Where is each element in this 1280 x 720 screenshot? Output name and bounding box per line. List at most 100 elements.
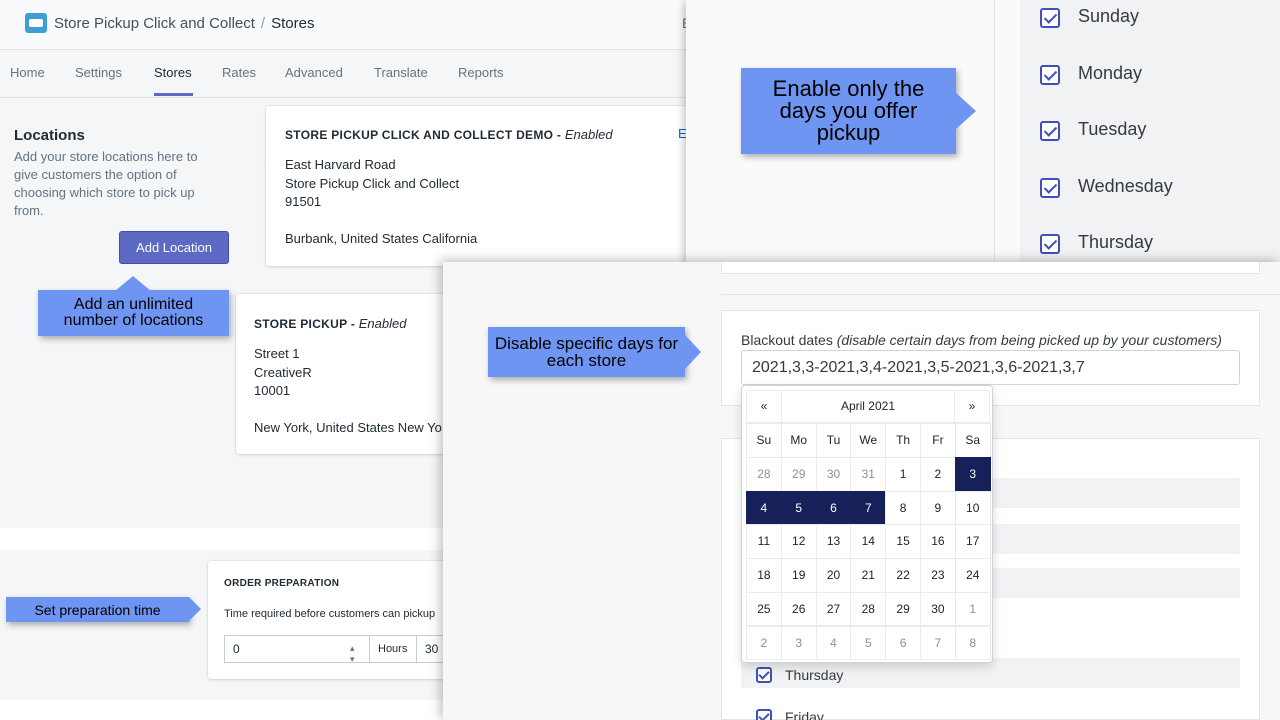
- callout-text: Enable only the days you offer pickup: [772, 76, 925, 145]
- callout-arrow-icon: [189, 597, 201, 621]
- tab-settings[interactable]: Settings: [75, 65, 122, 80]
- tab-translate[interactable]: Translate: [374, 65, 428, 80]
- thursday-checkbox[interactable]: [756, 667, 772, 683]
- date-cell[interactable]: 7: [920, 625, 956, 661]
- weekday-header: Fr: [920, 423, 956, 458]
- date-cell[interactable]: 29: [780, 457, 817, 492]
- date-cell[interactable]: 9: [920, 490, 956, 526]
- date-cell[interactable]: 18: [746, 558, 782, 593]
- date-cell[interactable]: 16: [920, 524, 956, 560]
- tab-rates[interactable]: Rates: [222, 65, 256, 80]
- date-cell-selected[interactable]: 4: [746, 490, 782, 526]
- wednesday-checkbox[interactable]: [1040, 178, 1060, 198]
- callout-enable-days: Enable only the days you offer pickup: [741, 68, 956, 154]
- day-row-sunday[interactable]: Sunday: [1040, 2, 1280, 32]
- date-cell[interactable]: 26: [780, 591, 817, 627]
- tab-advanced[interactable]: Advanced: [285, 65, 343, 80]
- day-label: Wednesday: [1078, 176, 1173, 196]
- date-cell[interactable]: 30: [920, 591, 956, 627]
- breadcrumb-app-name[interactable]: Store Pickup Click and Collect: [54, 15, 255, 32]
- date-cell[interactable]: 25: [746, 591, 782, 627]
- date-cell[interactable]: 2: [920, 457, 956, 492]
- store-name: STORE PICKUP - Enabled: [254, 316, 406, 331]
- callout-text: Add an unlimited number of locations: [63, 296, 204, 329]
- datepicker-prev-button[interactable]: «: [746, 390, 782, 423]
- date-cell-selected[interactable]: 7: [850, 490, 887, 526]
- address-line: Burbank, United States California: [285, 231, 478, 246]
- friday-checkbox[interactable]: [756, 709, 772, 720]
- blackout-label-text: Blackout dates: [741, 332, 833, 348]
- monday-checkbox[interactable]: [1040, 65, 1060, 85]
- tab-stores[interactable]: Stores: [154, 65, 192, 80]
- tuesday-checkbox[interactable]: [1040, 121, 1060, 141]
- date-cell[interactable]: 30: [815, 457, 852, 492]
- date-cell[interactable]: 11: [746, 524, 782, 560]
- prep-time-input[interactable]: 0: [224, 635, 370, 663]
- tab-home[interactable]: Home: [10, 65, 45, 80]
- date-cell[interactable]: 8: [954, 625, 991, 661]
- address-line: New York, United States New Yo: [254, 420, 442, 435]
- callout-locations: Add an unlimited number of locations: [38, 290, 229, 336]
- date-cell[interactable]: 12: [780, 524, 817, 560]
- date-cell[interactable]: 19: [780, 558, 817, 593]
- date-cell[interactable]: 27: [815, 591, 852, 627]
- thursday-checkbox[interactable]: [1040, 234, 1060, 254]
- next-section: [0, 700, 445, 720]
- day-label: Friday: [785, 709, 824, 720]
- store-address: Street 1 CreativeR 10001 New York, Unite…: [254, 345, 442, 438]
- date-cell[interactable]: 28: [850, 591, 887, 627]
- date-cell[interactable]: 1: [885, 457, 921, 492]
- date-cell[interactable]: 14: [850, 524, 887, 560]
- date-cell-selected[interactable]: 5: [780, 490, 817, 526]
- blackout-dates-input[interactable]: 2021,3,3-2021,3,4-2021,3,5-2021,3,6-2021…: [741, 350, 1240, 385]
- stepper-arrows-icon[interactable]: ▴ ▾: [350, 643, 355, 665]
- datepicker-month-title[interactable]: April 2021: [781, 390, 955, 423]
- date-cell[interactable]: 3: [780, 625, 817, 661]
- datepicker: « April 2021 » Su Mo Tu We Th Fr Sa 28 29 30 31 1 2 3…: [741, 385, 993, 663]
- callout-text: Disable specific days for each store: [494, 334, 679, 370]
- date-cell[interactable]: 24: [954, 558, 991, 593]
- sunday-checkbox[interactable]: [1040, 8, 1060, 28]
- date-cell-selected[interactable]: 3: [954, 457, 991, 492]
- datepicker-next-button[interactable]: »: [954, 390, 990, 423]
- callout-prep-time: Set preparation time: [6, 597, 189, 622]
- day-row-monday[interactable]: Monday: [1040, 59, 1280, 89]
- day-row-thursday[interactable]: Thursday: [1040, 228, 1280, 258]
- date-cell[interactable]: 28: [746, 457, 782, 492]
- date-cell[interactable]: 20: [815, 558, 852, 593]
- date-cell[interactable]: 29: [885, 591, 921, 627]
- date-cell[interactable]: 13: [815, 524, 852, 560]
- weekday-header: Th: [885, 423, 921, 458]
- address-line: [285, 212, 477, 231]
- add-location-button[interactable]: Add Location: [119, 231, 229, 264]
- date-cell[interactable]: 22: [885, 558, 921, 593]
- date-cell[interactable]: 8: [885, 490, 921, 526]
- day-label: Tuesday: [1078, 119, 1147, 139]
- address-line: Store Pickup Click and Collect: [285, 175, 460, 191]
- date-cell[interactable]: 1: [954, 591, 991, 627]
- date-cell[interactable]: 6: [885, 625, 921, 661]
- callout-arrow-icon: [685, 335, 701, 369]
- date-cell-selected[interactable]: 6: [815, 490, 852, 526]
- day-label: Sunday: [1078, 6, 1140, 26]
- date-cell[interactable]: 10: [954, 490, 991, 526]
- section-divider: [0, 528, 445, 550]
- day-row-wednesday[interactable]: Wednesday: [1040, 172, 1280, 202]
- weekday-header: Tu: [815, 423, 852, 458]
- date-cell[interactable]: 4: [815, 625, 852, 661]
- tab-reports[interactable]: Reports: [458, 65, 504, 80]
- date-cell[interactable]: 5: [850, 625, 887, 661]
- date-cell[interactable]: 2: [746, 625, 782, 661]
- day-row-tuesday[interactable]: Tuesday: [1040, 115, 1280, 145]
- prep-minutes-input[interactable]: 30: [416, 635, 446, 663]
- date-cell[interactable]: 17: [954, 524, 991, 560]
- breadcrumb: Store Pickup Click and Collect / Stores: [54, 15, 314, 32]
- day-label: Monday: [1078, 63, 1143, 83]
- panel-divider: [994, 0, 995, 262]
- date-cell[interactable]: 31: [850, 457, 887, 492]
- blackout-label: Blackout dates (disable certain days fro…: [741, 332, 1222, 348]
- date-cell[interactable]: 15: [885, 524, 921, 560]
- store-name-text: STORE PICKUP: [254, 317, 348, 331]
- date-cell[interactable]: 21: [850, 558, 887, 593]
- date-cell[interactable]: 23: [920, 558, 956, 593]
